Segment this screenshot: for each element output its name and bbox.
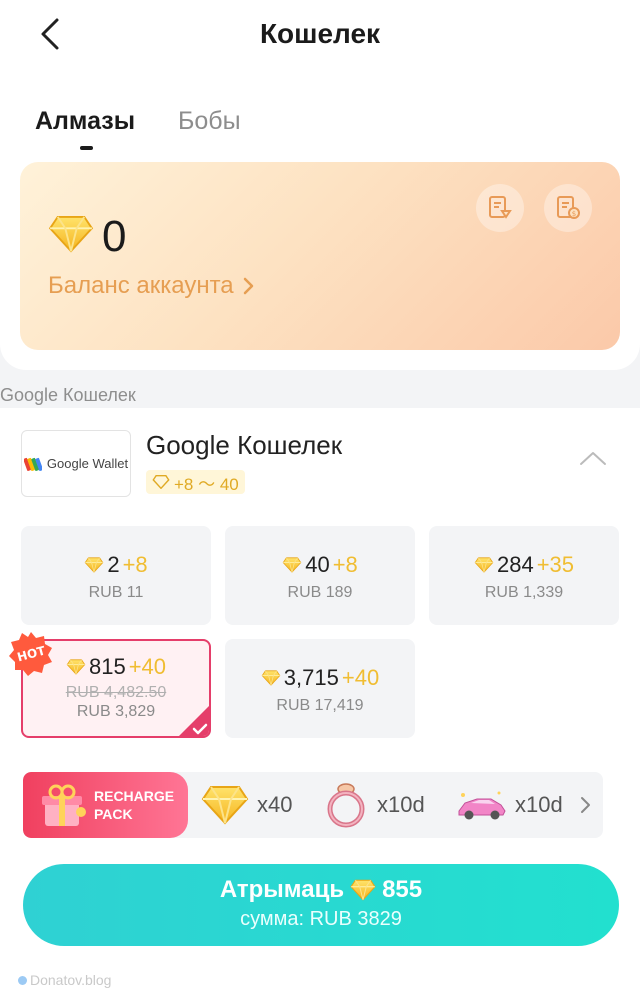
recharge-pack-label-area: RECHARGE PACK <box>23 772 188 838</box>
diamond-icon <box>474 557 494 573</box>
diamond-package-2[interactable]: 2 +8 RUB 11 <box>21 526 211 625</box>
provider-bonus-range: +8 〜 40 <box>174 474 239 494</box>
section-label: Google Кошелек <box>0 385 136 405</box>
purchase-label: Атрымаць <box>219 876 345 903</box>
svg-text:$: $ <box>572 210 576 218</box>
page-title: Кошелек <box>259 18 381 49</box>
chevron-right-icon <box>243 277 253 295</box>
gift-box-icon <box>42 784 86 826</box>
package-price: RUB 11 <box>88 584 144 601</box>
bill-icon: $ <box>557 196 580 219</box>
diamond-icon <box>66 659 86 675</box>
recharge-pack-title-line1: RECHARGE <box>94 788 175 804</box>
package-price: RUB 189 <box>287 584 353 601</box>
package-bonus: +40 <box>341 665 380 690</box>
diamond-icon <box>350 879 376 901</box>
recharge-pack-title-line2: PACK <box>94 806 133 822</box>
checkmark-icon <box>179 706 209 736</box>
account-balance-label: Баланс аккаунта <box>48 272 234 299</box>
payment-panel: Google Wallet Google Кошелек +8 〜 40 2 +8… <box>0 408 640 1006</box>
tab-beans[interactable]: Бобы <box>178 107 241 136</box>
watermark: Donatov.blog <box>18 972 111 988</box>
package-price: RUB 17,419 <box>276 697 364 714</box>
transactions-button[interactable]: $ <box>544 184 592 232</box>
reward-ring: x10d <box>323 772 425 838</box>
provider-bonus-badge: +8 〜 40 <box>146 470 245 494</box>
hot-badge: HOT <box>9 632 52 676</box>
package-price: RUB 1,339 <box>484 584 564 601</box>
reward-label: x10d <box>515 792 563 817</box>
package-bonus: +40 <box>128 654 167 679</box>
package-amount: 40 <box>305 552 330 577</box>
package-bonus: +35 <box>536 552 575 577</box>
tab-diamonds[interactable]: Алмазы <box>35 107 135 136</box>
package-amount: 2 <box>107 552 120 577</box>
purchase-button[interactable]: Атрымаць 855 сумма: RUB 3829 <box>23 864 619 946</box>
diamond-icon <box>49 215 93 253</box>
reward-label: x40 <box>257 792 293 817</box>
package-amount: 3,715 <box>283 665 339 690</box>
diamond-package-40[interactable]: 40 +8 RUB 189 <box>225 526 415 625</box>
package-bonus: +8 <box>332 552 358 577</box>
package-bonus: +8 <box>122 552 148 577</box>
watermark-dot <box>18 975 27 985</box>
provider-name: Google Кошелек <box>146 430 343 460</box>
google-wallet-logo[interactable]: Google Wallet <box>21 430 131 497</box>
diamond-records-icon <box>489 196 512 219</box>
tab-indicator <box>80 146 93 150</box>
diamond-package-284[interactable]: 284 +35 RUB 1,339 <box>429 526 619 625</box>
account-balance-link[interactable]: Баланс аккаунта <box>48 272 258 300</box>
diamond-icon <box>261 670 281 686</box>
recharge-pack-banner[interactable]: RECHARGE PACK x40 x10d x10d <box>23 772 603 838</box>
diamond-icon <box>282 557 302 573</box>
header-area: Кошелек Алмазы Бобы $ 0 Баланс аккаунта <box>0 0 640 370</box>
package-amount: 815 <box>88 654 126 679</box>
balance-card: $ 0 Баланс аккаунта <box>20 162 620 350</box>
diamond-icon <box>202 786 248 824</box>
package-amount: 284 <box>496 552 534 577</box>
diamond-outline-icon <box>152 475 170 489</box>
diamond-icon <box>85 557 104 573</box>
reward-car: x10d <box>455 772 563 838</box>
package-old-price: RUB 4,482.50 <box>65 684 167 701</box>
reward-label: x10d <box>377 792 425 817</box>
records-button[interactable] <box>476 184 524 232</box>
chevron-right-icon <box>581 797 590 813</box>
chevron-up-icon[interactable] <box>578 446 608 470</box>
diamond-package-3715[interactable]: 3,715 +40 RUB 17,419 <box>225 639 415 738</box>
car-icon <box>458 791 506 820</box>
google-wallet-icon <box>23 457 42 471</box>
watermark-text: Donatov.blog <box>30 972 112 988</box>
purchase-sum: сумма: RUB 3829 <box>240 908 402 930</box>
ring-icon <box>327 783 365 828</box>
reward-diamond: x40 <box>201 772 292 838</box>
purchase-amount: 855 <box>382 876 423 903</box>
google-wallet-logo-text: Google Wallet <box>46 456 129 471</box>
balance-value: 0 <box>102 212 127 261</box>
